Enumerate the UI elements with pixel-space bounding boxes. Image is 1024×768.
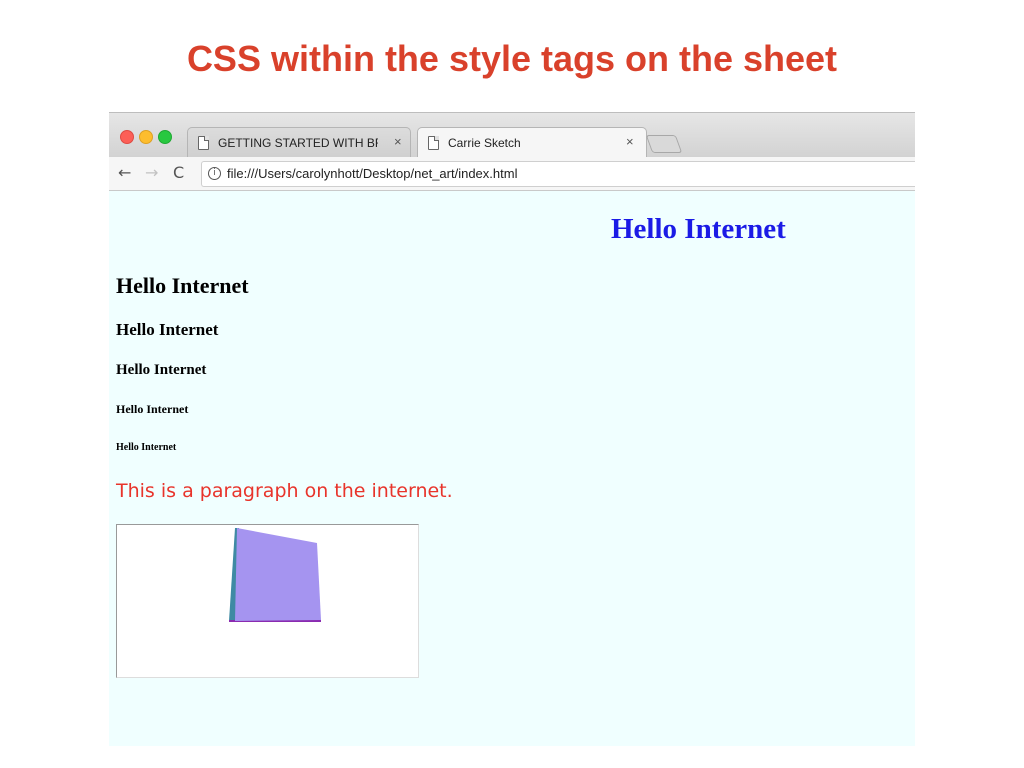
document-icon [198,136,209,150]
new-tab-button[interactable] [645,135,683,153]
page-viewport: Hello Internet Hello Internet Hello Inte… [109,191,915,746]
close-window-button[interactable] [120,130,134,144]
slide-title: CSS within the style tags on the sheet [186,38,838,79]
heading-h6: Hello Internet [116,442,177,453]
heading-h1: Hello Internet [611,213,786,245]
heading-h4: Hello Internet [116,362,207,378]
tab-close-icon[interactable]: × [394,134,402,149]
cube-sketch [229,528,321,622]
info-icon[interactable]: i [208,167,221,180]
tab-close-icon[interactable]: × [626,134,634,149]
forward-arrow-icon[interactable]: → [145,163,158,182]
url-text[interactable]: file:///Users/carolynhott/Desktop/net_ar… [227,166,517,181]
heading-h3: Hello Internet [116,320,219,339]
heading-h2: Hello Internet [116,273,249,298]
tab-label: GETTING STARTED WITH BRA [218,136,378,150]
tab-getting-started[interactable]: GETTING STARTED WITH BRA × [187,127,411,159]
document-icon [428,136,439,150]
sketch-canvas[interactable] [116,524,419,678]
zoom-window-button[interactable] [158,130,172,144]
tab-label: Carrie Sketch [448,136,521,150]
address-bar[interactable]: i file:///Users/carolynhott/Desktop/net_… [201,161,915,187]
tab-strip: GETTING STARTED WITH BRA × Carrie Sketch… [109,112,915,159]
back-arrow-icon[interactable]: ← [118,163,131,182]
paragraph: This is a paragraph on the internet. [116,480,453,502]
browser-toolbar: ← → C i file:///Users/carolynhott/Deskto… [109,157,915,191]
minimize-window-button[interactable] [139,130,153,144]
tab-carrie-sketch[interactable]: Carrie Sketch × [417,127,647,159]
browser-window: GETTING STARTED WITH BRA × Carrie Sketch… [109,112,915,746]
reload-icon[interactable]: C [173,163,184,182]
heading-h5: Hello Internet [116,402,189,416]
cube-front-face [235,528,321,621]
